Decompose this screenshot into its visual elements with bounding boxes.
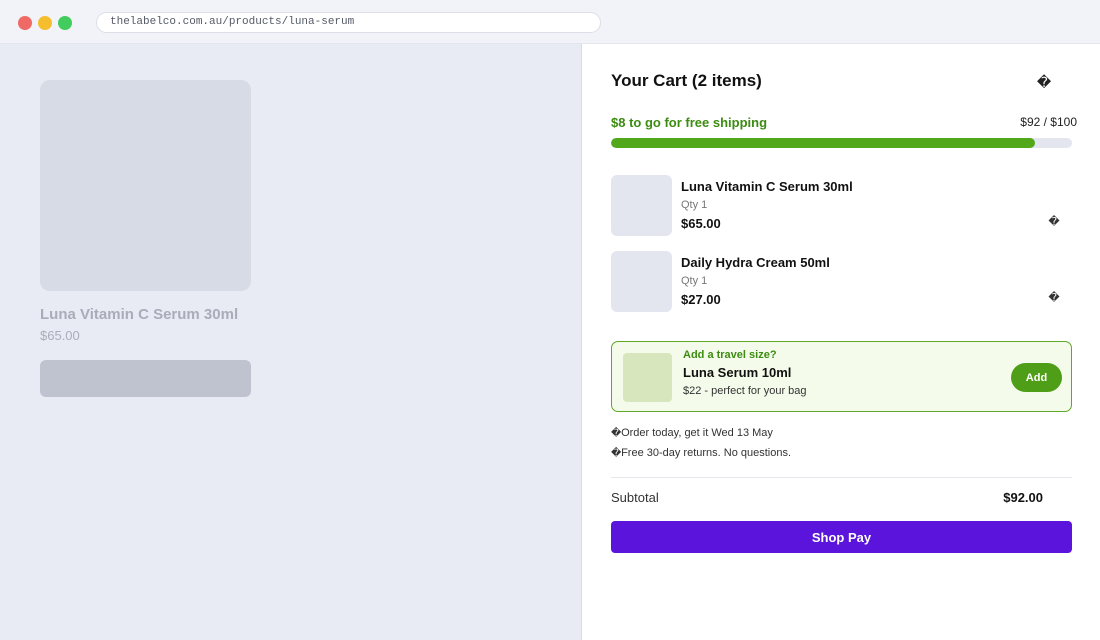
- trash-icon[interactable]: �: [1047, 215, 1061, 229]
- item-price: $65.00: [681, 216, 721, 231]
- upsell-add-button[interactable]: Add: [1011, 363, 1062, 392]
- cart-item: Daily Hydra Cream 50ml Qty 1 $27.00 �: [611, 251, 1072, 313]
- delivery-perk-text: Order today, get it Wed 13 May: [621, 427, 773, 439]
- return-icon: �: [611, 448, 622, 459]
- upsell-product-name: Luna Serum 10ml: [683, 365, 792, 380]
- divider: [611, 477, 1072, 478]
- add-to-cart-button: [40, 360, 251, 397]
- returns-perk-text: Free 30-day returns. No questions.: [621, 447, 792, 459]
- product-title: Luna Vitamin C Serum 30ml: [40, 306, 239, 323]
- upsell-thumbnail: [623, 353, 672, 402]
- cart-drawer: Your Cart (2 items) � $8 to go for free …: [581, 44, 1100, 640]
- subtotal-label: Subtotal: [611, 490, 659, 505]
- item-quantity: Qty 1: [681, 199, 708, 211]
- address-bar[interactable]: thelabelco.com.au/products/luna-serum: [96, 12, 601, 33]
- free-shipping-progress-fill: [611, 138, 1036, 148]
- cart-title: Your Cart (2 items): [611, 71, 762, 90]
- trash-icon[interactable]: �: [1047, 291, 1061, 305]
- window-minimize-dot[interactable]: [38, 16, 52, 30]
- window-maximize-dot[interactable]: [58, 16, 72, 30]
- upsell-eyebrow: Add a travel size?: [683, 349, 777, 361]
- close-icon[interactable]: �: [1034, 72, 1054, 92]
- shop-pay-button[interactable]: Shop Pay: [611, 521, 1072, 553]
- product-page-background: Luna Vitamin C Serum 30ml $65.00: [0, 44, 581, 640]
- subtotal-value: $92.00: [1003, 490, 1043, 505]
- truck-icon: �: [611, 428, 622, 439]
- free-shipping-message: $8 to go for free shipping: [611, 115, 768, 130]
- delivery-perk: � Order today, get it Wed 13 May: [611, 427, 773, 439]
- item-thumbnail[interactable]: [611, 251, 672, 312]
- product-image: [40, 80, 251, 291]
- upsell-card: Add a travel size? Luna Serum 10ml $22 -…: [611, 341, 1072, 412]
- free-shipping-progress-text: $92 / $100: [1020, 115, 1077, 129]
- item-thumbnail[interactable]: [611, 175, 672, 236]
- browser-chrome: thelabelco.com.au/products/luna-serum: [0, 0, 1100, 44]
- window-close-dot[interactable]: [18, 16, 32, 30]
- returns-perk: � Free 30-day returns. No questions.: [611, 447, 791, 459]
- product-price: $65.00: [40, 328, 80, 343]
- item-quantity: Qty 1: [681, 275, 708, 287]
- free-shipping-progress-bar: [611, 138, 1072, 148]
- cart-item: Luna Vitamin C Serum 30ml Qty 1 $65.00 �: [611, 175, 1072, 237]
- item-name[interactable]: Daily Hydra Cream 50ml: [681, 255, 830, 270]
- upsell-description: $22 - perfect for your bag: [683, 385, 807, 397]
- item-price: $27.00: [681, 292, 721, 307]
- item-name[interactable]: Luna Vitamin C Serum 30ml: [681, 179, 853, 194]
